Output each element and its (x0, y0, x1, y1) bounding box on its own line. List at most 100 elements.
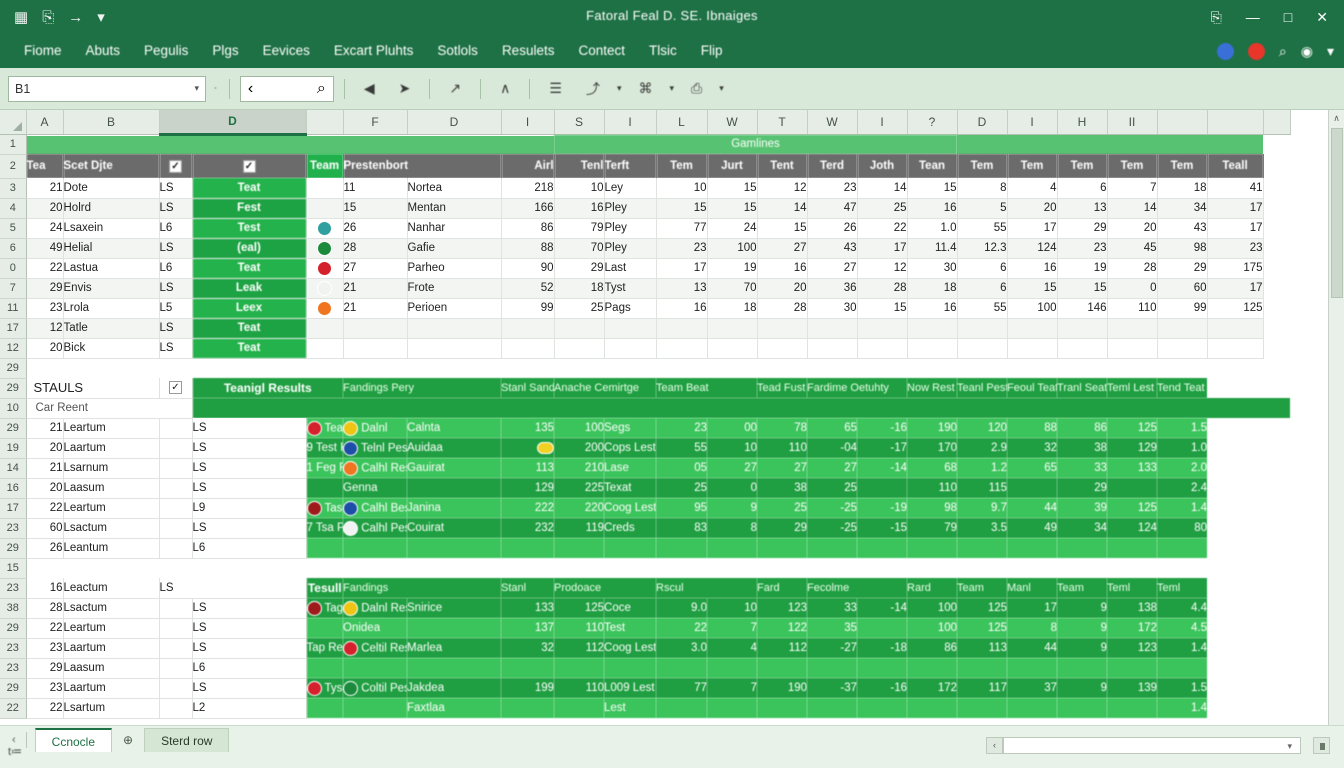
cell-rank[interactable]: 20 (26, 438, 64, 459)
cell-stat-6[interactable] (807, 658, 858, 678)
cell-value-13[interactable] (1157, 318, 1208, 339)
header-teall[interactable]: Teall (1207, 154, 1264, 178)
cell-stat-8[interactable] (907, 658, 958, 678)
cell-stat-7[interactable]: -15 (857, 518, 908, 538)
cell-badge[interactable] (306, 338, 344, 359)
table-row[interactable]: 1421Lsarnum LS 1 Feg Reet Calhl RestGauir… (0, 458, 1330, 479)
cell-value-11[interactable]: 146 (1057, 298, 1108, 319)
header-tem-6[interactable]: Tem (1157, 154, 1208, 178)
cell-number[interactable] (343, 318, 408, 339)
cell-stat-12[interactable]: 138 (1107, 598, 1158, 618)
cell-league[interactable]: LS (159, 278, 193, 299)
cell-stat-3[interactable]: 95 (656, 498, 708, 518)
scrollbar-thumb[interactable] (1331, 128, 1343, 298)
cell-league[interactable]: LS (192, 438, 307, 459)
cell-stat-11[interactable]: 9 (1057, 678, 1108, 698)
column-header-q[interactable]: ? (907, 110, 958, 135)
scroll-up-icon[interactable]: ∧ (1329, 110, 1344, 126)
cell-value-6[interactable]: 27 (807, 258, 858, 279)
column-header-x1[interactable] (1157, 110, 1208, 135)
cell-opponent[interactable]: Faxtlaa (407, 698, 502, 718)
cell-blank[interactable] (159, 498, 193, 519)
column-header-b[interactable]: B (63, 110, 160, 135)
cell-badge[interactable] (306, 238, 344, 259)
sheet-tab-sterd-row[interactable]: Sterd row (144, 728, 230, 752)
cell-name[interactable]: Envis (63, 278, 160, 299)
cell-club[interactable]: Frote (407, 278, 502, 299)
column-header-h[interactable]: H (1057, 110, 1108, 135)
cell-value-9[interactable]: 12.3 (957, 238, 1008, 259)
cell-team-badge[interactable]: Tag Best (306, 598, 344, 618)
cell-club[interactable]: Perioen (407, 298, 502, 319)
name-box[interactable]: B1 ▾ (8, 75, 206, 102)
cell-value-6[interactable] (807, 318, 858, 339)
cell-value-14[interactable] (1207, 318, 1264, 339)
header-terft[interactable]: Terft (604, 154, 657, 178)
cell-value-7[interactable]: 25 (857, 198, 908, 219)
row-header[interactable]: 3 (0, 178, 27, 199)
grid-icon[interactable]: ▦ (14, 10, 28, 25)
tab-contect[interactable]: Contect (566, 34, 637, 68)
cell-stat-4[interactable] (707, 538, 758, 558)
cell-rank[interactable]: 22 (26, 258, 64, 279)
cell-stat-5[interactable]: 78 (757, 418, 808, 438)
cell-stat-3[interactable]: 22 (656, 618, 708, 638)
cell-stat-13[interactable]: 1.4 (1157, 698, 1208, 718)
row-header[interactable]: 5 (0, 218, 27, 239)
spreadsheet-grid[interactable]: A B D F D I S I L W T W I ? D I H II 1 G… (0, 110, 1344, 725)
cell-value-13[interactable]: 99 (1157, 298, 1208, 319)
cell-team-badge[interactable] (306, 478, 344, 498)
cell-opponent-badge[interactable]: Calhl Pest (343, 518, 408, 538)
cell-opponent-badge[interactable]: Calhl Best (343, 498, 408, 518)
cell-name[interactable]: Leartum (63, 498, 160, 519)
trend-up-icon[interactable]: ↗ (440, 80, 470, 97)
row-header[interactable]: 12 (0, 338, 27, 359)
cell-value-9[interactable]: 8 (957, 178, 1008, 199)
cell-stat-10[interactable] (1007, 538, 1058, 558)
row-header[interactable]: 16 (0, 478, 27, 499)
table-row[interactable]: 4 20 Holrd LS Fest 15 Mentan 166 16 Pley 15 15 14 47 2… (0, 198, 1330, 219)
column-header-d3[interactable]: D (957, 110, 1008, 135)
tab-plgs[interactable]: Plgs (200, 34, 250, 68)
cell-club[interactable] (407, 338, 502, 359)
cell-team-badge[interactable]: 7 Tsa Past (306, 518, 344, 538)
cell-stat-10[interactable]: 44 (1007, 498, 1058, 518)
cell-stat-6[interactable]: 33 (807, 598, 858, 618)
cell-stat-8[interactable]: 79 (907, 518, 958, 538)
cell-value-5[interactable] (757, 338, 808, 359)
column-header-ii[interactable]: II (1107, 110, 1158, 135)
column-header-t[interactable]: T (757, 110, 808, 135)
cell-league[interactable]: LS (159, 338, 193, 359)
cell-value-0[interactable]: 218 (501, 178, 555, 199)
cell-value-8[interactable]: 18 (907, 278, 958, 299)
tab-fiome[interactable]: Fiome (12, 34, 74, 68)
cell-opponent[interactable]: Gauirat (407, 458, 502, 478)
cell-stat-13[interactable]: 2.4 (1157, 478, 1208, 498)
cell-stat-10[interactable] (1007, 698, 1058, 718)
cell-rank[interactable]: 20 (26, 478, 64, 499)
cell-badge[interactable] (306, 218, 344, 239)
cell-team[interactable]: Test (192, 218, 307, 239)
cell-league[interactable]: LS (192, 418, 307, 439)
row-header[interactable]: 38 (0, 598, 27, 619)
cell-value-9[interactable]: 5 (957, 198, 1008, 219)
cell-value-12[interactable]: 110 (1107, 298, 1158, 319)
sheet-tab-ccnocle[interactable]: Ccnocle (34, 728, 113, 752)
table-row[interactable]: 29 26 Leantum L6 (0, 538, 1330, 559)
header-tean[interactable]: Tean (907, 154, 958, 178)
cell-stat-11[interactable]: 38 (1057, 438, 1108, 458)
cell-team-badge[interactable] (306, 698, 344, 718)
column-header-w[interactable]: W (707, 110, 758, 135)
cell-stat-1[interactable] (554, 538, 605, 558)
filter-checkbox-2[interactable]: ✓ (192, 154, 307, 178)
cell-stat-3[interactable] (656, 538, 708, 558)
cell-value-3[interactable] (656, 338, 708, 359)
cell-stat-3[interactable] (656, 698, 708, 718)
cell-opponent[interactable]: Couirat (407, 518, 502, 538)
cell-name[interactable]: Tatle (63, 318, 160, 339)
table-row[interactable]: 3828Lsactum LS Tag Best Dalnl RestSnirice… (0, 598, 1330, 619)
cell-stat-0[interactable]: 222 (501, 498, 555, 518)
cell-value-5[interactable]: 16 (757, 258, 808, 279)
cell-blank[interactable] (159, 658, 193, 679)
cell-rank[interactable]: 21 (26, 418, 64, 439)
